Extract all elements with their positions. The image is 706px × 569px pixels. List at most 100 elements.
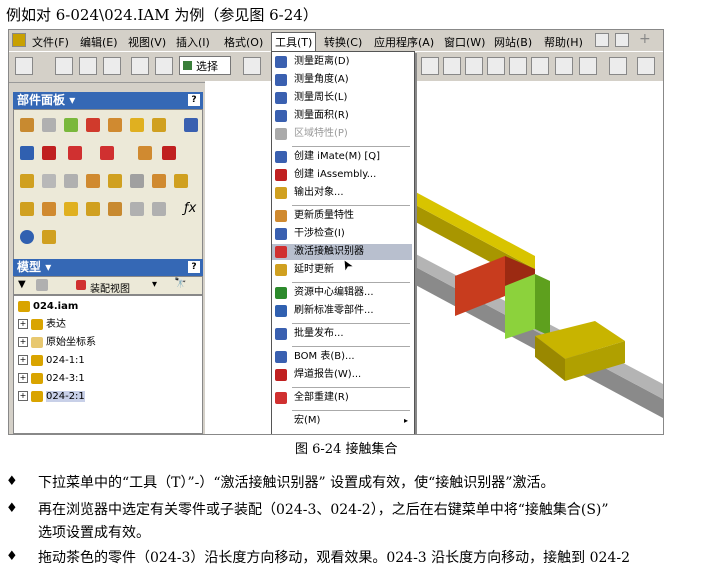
move-icon[interactable] (108, 118, 122, 132)
zoom-select-icon[interactable] (509, 57, 527, 75)
whats-this-icon[interactable] (615, 33, 629, 47)
redo-icon[interactable] (155, 57, 173, 75)
bearing-icon[interactable] (64, 202, 78, 216)
work-point-icon[interactable] (108, 174, 122, 188)
workplane-icon[interactable] (64, 174, 78, 188)
project-icon[interactable] (79, 57, 97, 75)
key-icon[interactable] (130, 202, 144, 216)
tree-node-part-1[interactable]: +024-1:1 (18, 354, 85, 368)
new-icon[interactable] (15, 57, 33, 75)
save-icon[interactable] (103, 57, 121, 75)
rotate-icon[interactable] (531, 57, 549, 75)
parameters-icon[interactable]: ƒx (184, 201, 196, 216)
parts-panel-header[interactable]: 部件面板 ▾ ? (13, 92, 203, 109)
menu-convert[interactable]: 转换(C) (321, 33, 365, 51)
tree-node-root[interactable]: 024.iam (18, 300, 78, 314)
pan-icon[interactable] (487, 57, 505, 75)
tools-menu-item[interactable]: 测量周长(L) (272, 90, 412, 106)
no-entry-icon[interactable] (20, 230, 34, 244)
tools-menu-item[interactable]: BOM 表(B)... (272, 349, 412, 365)
parts-panel-help-button[interactable]: ? (188, 94, 200, 106)
undo-icon[interactable] (131, 57, 149, 75)
find-icon[interactable]: 🔭 (174, 278, 186, 289)
assembly-view-dropdown[interactable]: 装配视图 (90, 280, 130, 295)
tools-menu-item[interactable]: 资源中心编辑器... (272, 285, 412, 301)
menu-file[interactable]: 文件(F) (29, 33, 72, 51)
zoom-window-icon[interactable] (465, 57, 483, 75)
tools-menu-item[interactable]: 创建 iAssembly... (272, 167, 412, 183)
quarter-section-icon[interactable] (100, 146, 114, 160)
work-axis-icon[interactable] (86, 174, 100, 188)
menu-view[interactable]: 视图(V) (125, 33, 169, 51)
end-section-icon[interactable] (68, 146, 82, 160)
assembly-view-arrow-icon[interactable]: ▾ (152, 279, 157, 290)
constraint-icon[interactable] (86, 118, 100, 132)
flip-icon[interactable] (138, 146, 152, 160)
color-icon[interactable] (637, 57, 655, 75)
tools-menu-item[interactable]: 干涉检查(I) (272, 226, 412, 242)
tools-menu-item[interactable]: 测量距离(D) (272, 54, 412, 70)
zoom-icon[interactable] (443, 57, 461, 75)
model-panel-header[interactable]: 模型 ▾ ? (13, 259, 203, 276)
menu-web[interactable]: 网站(B) (491, 33, 535, 51)
expand-icon[interactable]: + (18, 355, 28, 365)
section-icon[interactable] (184, 118, 198, 132)
create-component-icon[interactable] (42, 118, 56, 132)
return-icon[interactable] (243, 57, 261, 75)
tools-menu-item[interactable]: 激活接触识别器 (272, 244, 412, 260)
menu-window[interactable]: 窗口(W) (441, 33, 488, 51)
tree-node-origin[interactable]: + 原始坐标系 (18, 336, 96, 350)
help-query-icon[interactable] (595, 33, 609, 47)
feature-icon[interactable] (20, 174, 34, 188)
menu-format[interactable]: 格式(O) (221, 33, 266, 51)
replace-icon[interactable] (152, 118, 166, 132)
model-panel-help-button[interactable]: ? (188, 261, 200, 273)
cut-icon[interactable] (42, 146, 56, 160)
bolt-icon[interactable] (152, 174, 166, 188)
expand-icon[interactable]: + (18, 337, 28, 347)
tools-menu-item[interactable]: 更新质量特性 (272, 208, 412, 224)
expand-icon[interactable]: + (18, 319, 28, 329)
tools-menu-item[interactable]: 刷新标准零部件... (272, 303, 412, 319)
tree-node-representations[interactable]: + 表达 (18, 318, 66, 332)
menu-insert[interactable]: 插入(I) (173, 33, 213, 51)
plus-icon[interactable]: + (639, 31, 651, 47)
place-component-icon[interactable] (20, 118, 34, 132)
tools-menu-item[interactable]: 宏(M) ▸ (272, 413, 412, 429)
table-icon[interactable] (42, 230, 56, 244)
select-dropdown[interactable]: 选择 (179, 56, 231, 75)
frame-icon[interactable] (174, 174, 188, 188)
tools-menu-item[interactable]: 输出对象... (272, 185, 412, 201)
pattern-icon[interactable] (64, 118, 78, 132)
cam-icon[interactable] (108, 202, 122, 216)
tree-node-part-3[interactable]: +024-3:1 (18, 372, 85, 386)
gear-icon[interactable] (42, 202, 56, 216)
expand-icon[interactable]: + (18, 391, 28, 401)
filter-icon[interactable]: ▼ (18, 279, 26, 290)
tree-node-part-2[interactable]: +024-2:1 (18, 390, 85, 404)
rotate-component-icon[interactable] (130, 118, 144, 132)
tools-menu-item[interactable]: 测量面积(R) (272, 108, 412, 124)
shaft-icon[interactable] (20, 202, 34, 216)
ucs-icon[interactable] (130, 174, 144, 188)
tree-options-icon[interactable] (36, 279, 48, 291)
tools-menu-item[interactable]: 全部重建(R) (272, 390, 412, 406)
tools-menu-item[interactable]: 创建 iMate(M) [Q] (272, 149, 412, 165)
weld-tool-icon[interactable] (162, 146, 176, 160)
tools-menu-item[interactable]: 焊道报告(W)... (272, 367, 412, 383)
tools-menu-item[interactable]: 测量角度(A) (272, 72, 412, 88)
tools-menu-item[interactable]: 批量发布... (272, 326, 412, 342)
shadow-icon[interactable] (609, 57, 627, 75)
menu-applications[interactable]: 应用程序(A) (371, 33, 437, 51)
menu-help[interactable]: 帮助(H) (541, 33, 586, 51)
half-section-icon[interactable] (20, 146, 34, 160)
menu-tools[interactable]: 工具(T) (271, 32, 317, 51)
display-style-icon[interactable] (579, 57, 597, 75)
expand-icon[interactable]: + (18, 373, 28, 383)
pin-icon[interactable] (152, 202, 166, 216)
look-at-icon[interactable] (555, 57, 573, 75)
open-icon[interactable] (55, 57, 73, 75)
zoom-all-icon[interactable] (421, 57, 439, 75)
spring-icon[interactable] (86, 202, 100, 216)
sketch-icon[interactable] (42, 174, 56, 188)
